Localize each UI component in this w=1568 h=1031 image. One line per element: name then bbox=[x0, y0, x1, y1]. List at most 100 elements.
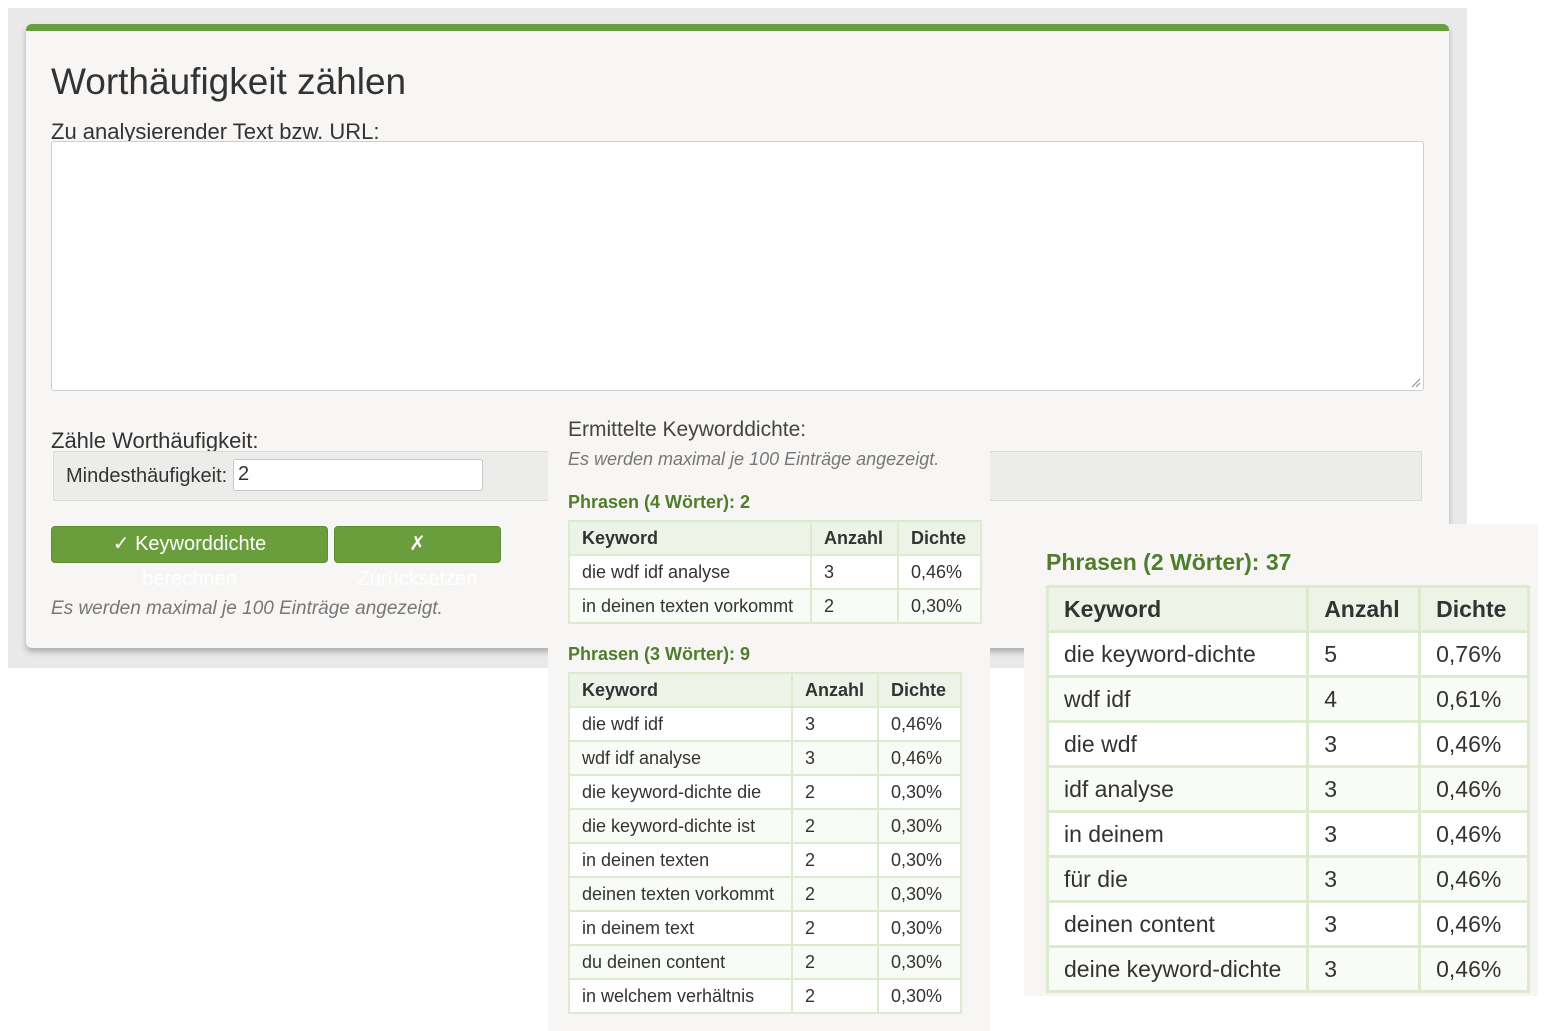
keyword-cell: deine keyword-dichte bbox=[1045, 945, 1310, 993]
results-panel: Ermittelte Keyworddichte: Es werden maxi… bbox=[548, 405, 990, 1031]
table-row: die wdf idf 3 0,46% bbox=[567, 706, 962, 742]
count-cell: 3 bbox=[1306, 810, 1422, 858]
table-row: die keyword-dichte die 2 0,30% bbox=[567, 774, 962, 810]
keyword-cell: die wdf idf bbox=[567, 706, 794, 742]
density-cell: 0,46% bbox=[1418, 900, 1530, 948]
table-row: für die 3 0,46% bbox=[1045, 855, 1530, 903]
min-frequency-input[interactable]: 2 bbox=[233, 459, 483, 491]
count-cell: 3 bbox=[1306, 765, 1422, 813]
density-cell: 0,30% bbox=[877, 944, 962, 980]
column-header-density: Dichte bbox=[877, 672, 962, 708]
count-cell: 2 bbox=[791, 774, 880, 810]
column-header-count: Anzahl bbox=[810, 520, 900, 556]
keyword-cell: die keyword-dichte die bbox=[567, 774, 794, 810]
table-row: deine keyword-dichte 3 0,46% bbox=[1045, 945, 1530, 993]
keyword-cell: in deinem text bbox=[567, 910, 794, 946]
column-header-count: Anzahl bbox=[791, 672, 880, 708]
table-row: die keyword-dichte ist 2 0,30% bbox=[567, 808, 962, 844]
table-row: idf analyse 3 0,46% bbox=[1045, 765, 1530, 813]
column-header-keyword: Keyword bbox=[567, 672, 794, 708]
count-cell: 5 bbox=[1306, 630, 1422, 678]
table-row: die keyword-dichte 5 0,76% bbox=[1045, 630, 1530, 678]
phrases2-table: Keyword Anzahl Dichte die keyword-dichte… bbox=[1045, 585, 1530, 993]
count-cell: 2 bbox=[791, 944, 880, 980]
keyword-cell: du deinen content bbox=[567, 944, 794, 980]
density-cell: 0,30% bbox=[877, 978, 962, 1014]
keyword-cell: die wdf idf analyse bbox=[567, 554, 813, 590]
density-cell: 0,30% bbox=[877, 910, 962, 946]
keyword-cell: die keyword-dichte bbox=[1045, 630, 1310, 678]
count-cell: 3 bbox=[791, 706, 880, 742]
keyword-cell: wdf idf bbox=[1045, 675, 1310, 723]
count-cell: 2 bbox=[791, 808, 880, 844]
count-cell: 2 bbox=[791, 910, 880, 946]
density-cell: 0,46% bbox=[1418, 765, 1530, 813]
count-cell: 3 bbox=[1306, 855, 1422, 903]
calculate-density-button[interactable]: ✓ Keyworddichte berechnen bbox=[51, 526, 328, 590]
count-cell: 2 bbox=[810, 588, 900, 624]
max-entries-note: Es werden maximal je 100 Einträge angeze… bbox=[51, 598, 443, 619]
keyword-cell: idf analyse bbox=[1045, 765, 1310, 813]
keyword-cell: deinen texten vorkommt bbox=[567, 876, 794, 912]
table-row: in deinem 3 0,46% bbox=[1045, 810, 1530, 858]
column-header-keyword: Keyword bbox=[567, 520, 813, 556]
density-cell: 0,46% bbox=[1418, 855, 1530, 903]
reset-button[interactable]: ✗ Zurücksetzen bbox=[334, 526, 501, 590]
count-cell: 3 bbox=[1306, 900, 1422, 948]
density-cell: 0,46% bbox=[877, 706, 962, 742]
table-row: deinen texten vorkommt 2 0,30% bbox=[567, 876, 962, 912]
table-row: die wdf idf analyse 3 0,46% bbox=[567, 554, 982, 590]
keyword-cell: wdf idf analyse bbox=[567, 740, 794, 776]
table-row: wdf idf analyse 3 0,46% bbox=[567, 740, 962, 776]
density-cell: 0,30% bbox=[877, 774, 962, 810]
count-cell: 2 bbox=[791, 978, 880, 1014]
phrases2-zoom-panel: Phrasen (2 Wörter): 37 Keyword Anzahl Di… bbox=[1024, 524, 1538, 996]
density-cell: 0,46% bbox=[1418, 945, 1530, 993]
table-row: du deinen content 2 0,30% bbox=[567, 944, 962, 980]
results-heading: Ermittelte Keyworddichte: bbox=[568, 418, 807, 441]
table-row: in deinen texten 2 0,30% bbox=[567, 842, 962, 878]
phrases3-table: Keyword Anzahl Dichte die wdf idf 3 0,46% … bbox=[567, 672, 962, 1014]
keyword-cell: in deinen texten vorkommt bbox=[567, 588, 813, 624]
density-cell: 0,61% bbox=[1418, 675, 1530, 723]
phrases3-title: Phrasen (3 Wörter): 9 bbox=[568, 644, 751, 664]
keyword-cell: die wdf bbox=[1045, 720, 1310, 768]
keyword-cell: für die bbox=[1045, 855, 1310, 903]
count-cell: 2 bbox=[791, 876, 880, 912]
keyword-cell: die keyword-dichte ist bbox=[567, 808, 794, 844]
density-cell: 0,76% bbox=[1418, 630, 1530, 678]
table-row: in welchem verhältnis 2 0,30% bbox=[567, 978, 962, 1014]
count-cell: 4 bbox=[1306, 675, 1422, 723]
density-cell: 0,46% bbox=[877, 740, 962, 776]
count-cell: 3 bbox=[791, 740, 880, 776]
density-cell: 0,46% bbox=[1418, 810, 1530, 858]
density-cell: 0,30% bbox=[877, 842, 962, 878]
phrases4-title: Phrasen (4 Wörter): 2 bbox=[568, 492, 751, 512]
keyword-cell: in welchem verhältnis bbox=[567, 978, 794, 1014]
keyword-cell: in deinen texten bbox=[567, 842, 794, 878]
column-header-density: Dichte bbox=[1418, 585, 1530, 633]
density-cell: 0,46% bbox=[897, 554, 982, 590]
keyword-cell: in deinem bbox=[1045, 810, 1310, 858]
density-cell: 0,30% bbox=[897, 588, 982, 624]
page-title: Worthäufigkeit zählen bbox=[51, 61, 407, 102]
count-cell: 3 bbox=[1306, 720, 1422, 768]
phrases4-table: Keyword Anzahl Dichte die wdf idf analys… bbox=[567, 520, 982, 624]
density-cell: 0,46% bbox=[1418, 720, 1530, 768]
table-row: in deinen texten vorkommt 2 0,30% bbox=[567, 588, 982, 624]
count-cell: 2 bbox=[791, 842, 880, 878]
text-url-textarea[interactable] bbox=[51, 141, 1424, 391]
phrases2-title: Phrasen (2 Wörter): 37 bbox=[1046, 549, 1292, 575]
table-row: wdf idf 4 0,61% bbox=[1045, 675, 1530, 723]
resize-handle-icon[interactable] bbox=[1411, 378, 1421, 388]
table-row: deinen content 3 0,46% bbox=[1045, 900, 1530, 948]
table-row: die wdf 3 0,46% bbox=[1045, 720, 1530, 768]
column-header-keyword: Keyword bbox=[1045, 585, 1310, 633]
column-header-count: Anzahl bbox=[1306, 585, 1422, 633]
count-cell: 3 bbox=[1306, 945, 1422, 993]
density-cell: 0,30% bbox=[877, 876, 962, 912]
count-cell: 3 bbox=[810, 554, 900, 590]
results-note: Es werden maximal je 100 Einträge angeze… bbox=[568, 449, 940, 469]
min-frequency-label: Mindesthäufigkeit: bbox=[66, 465, 228, 487]
density-cell: 0,30% bbox=[877, 808, 962, 844]
